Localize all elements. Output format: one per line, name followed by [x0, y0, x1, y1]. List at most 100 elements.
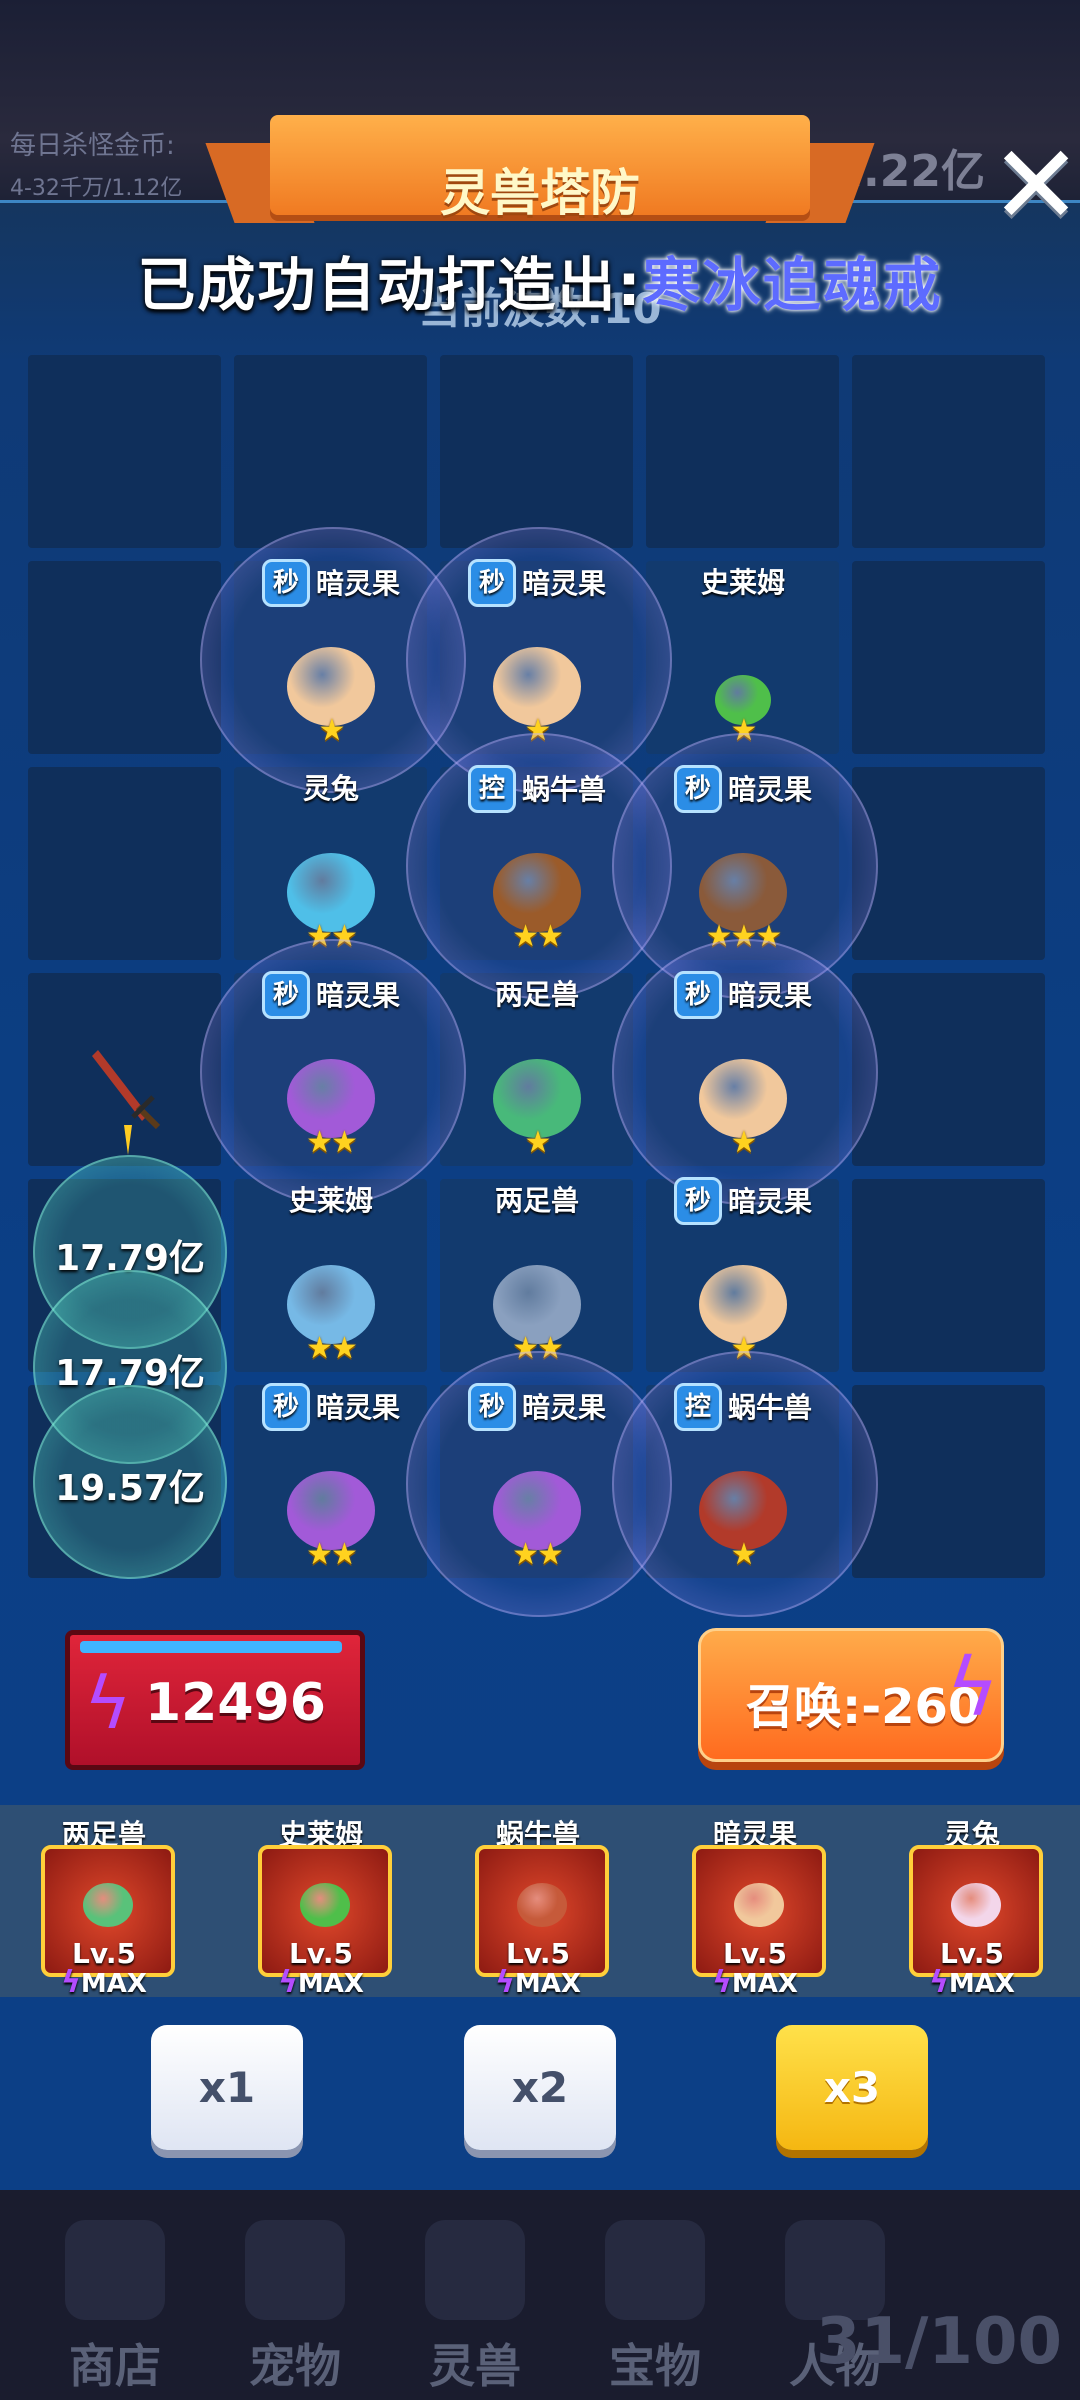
- skill-badge-icon: 秒: [261, 559, 310, 607]
- max-label: MAX: [948, 1969, 1015, 1999]
- grid-cell[interactable]: [28, 355, 221, 548]
- grid-cell[interactable]: [852, 355, 1045, 548]
- unit-label: 两足兽: [434, 973, 640, 1013]
- forge-toast: 已成功自动打造出:寒冰追魂戒: [0, 238, 1080, 322]
- lightning-icon: ϟ: [278, 1965, 298, 2000]
- grid-cell[interactable]: [852, 767, 1045, 960]
- energy-counter: ϟ 12496: [65, 1630, 365, 1770]
- speed-x2-button[interactable]: x2: [464, 2025, 616, 2150]
- grid-cell[interactable]: [28, 767, 221, 960]
- unit-name: 史莱姆: [288, 1184, 373, 1217]
- unit-name: 灵兔: [302, 772, 359, 805]
- unit-slot[interactable]: 秒暗灵果 ★★★: [612, 733, 878, 999]
- creature-icon: [83, 1883, 133, 1927]
- unit-slot[interactable]: 控蜗牛兽 ★★: [406, 733, 672, 999]
- unit-slot[interactable]: 秒暗灵果 ★: [406, 527, 672, 793]
- unit-slot[interactable]: 秒暗灵果 ★: [200, 527, 466, 793]
- grid-cell[interactable]: [646, 355, 839, 548]
- unit-slot[interactable]: 秒暗灵果 ★★: [228, 1379, 434, 1585]
- unit-label: 控蜗牛兽: [434, 765, 640, 815]
- upgrade-card[interactable]: 蜗牛兽 Lv.5 ϟMAX: [438, 1805, 638, 2000]
- upgrade-card[interactable]: 灵兔 Lv.5 ϟMAX: [872, 1805, 1072, 2000]
- unit-label: 秒暗灵果: [640, 971, 846, 1021]
- max-label: MAX: [731, 1969, 798, 1999]
- unit-slot[interactable]: 两足兽 ★: [434, 967, 640, 1173]
- grid-cell[interactable]: [234, 355, 427, 548]
- grid-cell[interactable]: [28, 561, 221, 754]
- lightning-icon: ϟ: [495, 1965, 515, 2000]
- toast-item-name: 寒冰追魂戒: [642, 251, 943, 319]
- upgrade-card[interactable]: 史莱姆 Lv.5 ϟMAX: [221, 1805, 421, 2000]
- header-banner: 灵兽塔防: [205, 115, 875, 235]
- skill-badge-icon: 控: [467, 765, 516, 813]
- upgrade-card[interactable]: 暗灵果 Lv.5 ϟMAX: [655, 1805, 855, 2000]
- page-counter: 31/100: [815, 2305, 1062, 2379]
- skill-badge-icon: 秒: [261, 1383, 310, 1431]
- upgrade-card[interactable]: 两足兽 Lv.5 ϟMAX: [4, 1805, 204, 2000]
- unit-slot[interactable]: 秒暗灵果 ★★: [406, 1351, 672, 1617]
- max-label: MAX: [80, 1969, 147, 1999]
- unit-slot[interactable]: 史莱姆 ★★: [228, 1173, 434, 1379]
- nav-item[interactable]: 宠物: [210, 2190, 380, 2400]
- nav-label: 宝物: [609, 2339, 701, 2393]
- creature-icon: [517, 1883, 567, 1927]
- nav-item[interactable]: 商店: [30, 2190, 200, 2400]
- close-button[interactable]: ✕: [990, 130, 1080, 245]
- energy-bar: [80, 1641, 342, 1653]
- unit-name: 暗灵果: [315, 1391, 400, 1424]
- upgrade-max: ϟMAX: [872, 1965, 1072, 2000]
- grid-cell[interactable]: [852, 1179, 1045, 1372]
- unit-slot[interactable]: 秒暗灵果 ★: [612, 939, 878, 1205]
- nav-icon: [245, 2220, 345, 2320]
- nav-item[interactable]: 灵兽: [390, 2190, 560, 2400]
- unit-label: 秒暗灵果: [434, 1383, 640, 1433]
- unit-slot[interactable]: 秒暗灵果 ★★: [200, 939, 466, 1205]
- star-rating: ★★: [512, 919, 564, 954]
- summon-button[interactable]: 召唤:-260 ϟ: [698, 1628, 1004, 1762]
- star-rating: ★★: [306, 1331, 358, 1366]
- skill-badge-icon: 秒: [673, 1177, 722, 1225]
- upgrade-max: ϟMAX: [4, 1965, 204, 2000]
- creature-icon: [300, 1883, 350, 1927]
- unit-slot[interactable]: 两足兽 ★★: [434, 1173, 640, 1379]
- unit-name: 暗灵果: [521, 567, 606, 600]
- nav-label: 宠物: [249, 2339, 341, 2393]
- unit-label: 灵兔: [228, 767, 434, 807]
- unit-slot[interactable]: 灵兔 ★★: [228, 761, 434, 967]
- skill-badge-icon: 秒: [467, 1383, 516, 1431]
- upgrade-strip: 两足兽 Lv.5 ϟMAX 史莱姆 Lv.5 ϟMAX 蜗牛兽 Lv.5 ϟMAX 暗灵果 Lv.5…: [0, 1805, 1080, 2000]
- unit-name: 暗灵果: [315, 979, 400, 1012]
- lightning-icon: ϟ: [61, 1965, 81, 2000]
- sword-icon: [92, 1050, 161, 1155]
- unit-label: 史莱姆: [640, 561, 846, 601]
- nav-item[interactable]: 宝物: [570, 2190, 740, 2400]
- skill-badge-icon: 秒: [673, 765, 722, 813]
- unit-name: 暗灵果: [727, 1185, 812, 1218]
- grid-cell[interactable]: [852, 561, 1045, 754]
- unit-label: 秒暗灵果: [640, 765, 846, 815]
- star-rating: ★: [730, 1537, 758, 1572]
- nav-icon: [65, 2220, 165, 2320]
- star-rating: ★★: [512, 1537, 564, 1572]
- unit-name: 暗灵果: [521, 1391, 606, 1424]
- speed-x3-button[interactable]: x3: [776, 2025, 928, 2150]
- star-rating: ★: [730, 1125, 758, 1160]
- daily-earnings-label: 每日杀怪金币:: [10, 131, 175, 161]
- speed-x1-button[interactable]: x1: [151, 2025, 303, 2150]
- unit-slot[interactable]: 秒暗灵果 ★: [640, 1173, 846, 1379]
- unit-label: 两足兽: [434, 1179, 640, 1219]
- unit-slot[interactable]: 控蜗牛兽 ★: [612, 1351, 878, 1617]
- grid-cell[interactable]: [852, 973, 1045, 1166]
- toast-prefix: 已成功自动打造出:: [137, 251, 643, 319]
- lightning-icon: ϟ: [946, 1641, 999, 1734]
- unit-name: 蜗牛兽: [521, 773, 606, 806]
- upgrade-max: ϟMAX: [655, 1965, 855, 2000]
- unit-label: 秒暗灵果: [228, 559, 434, 609]
- upgrade-max: ϟMAX: [221, 1965, 421, 2000]
- unit-slot[interactable]: 史莱姆 ★: [640, 555, 846, 761]
- grid-cell[interactable]: [440, 355, 633, 548]
- skill-badge-icon: 秒: [467, 559, 516, 607]
- unit-name: 暗灵果: [315, 567, 400, 600]
- unit-label: 史莱姆: [228, 1179, 434, 1219]
- grid-cell[interactable]: [852, 1385, 1045, 1578]
